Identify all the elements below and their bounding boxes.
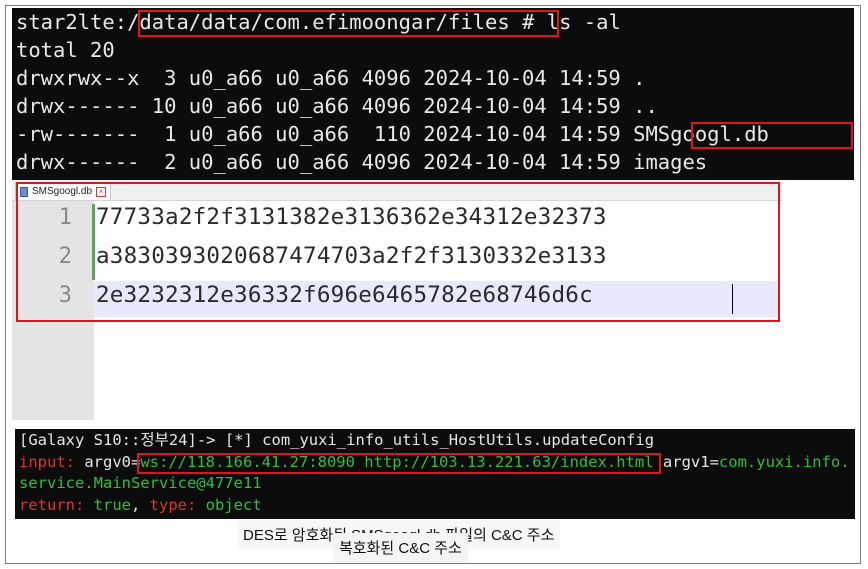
return-label: return: (19, 496, 85, 514)
input-label: input: (19, 453, 75, 471)
comma: , (131, 496, 141, 514)
argv0-key: argv0= (75, 453, 141, 471)
highlight-cnc-box (137, 453, 661, 474)
terminal-line-service: service.MainService@477e11 (19, 474, 262, 492)
terminal-line-db-file: -rw------- 1 u0_a66 u0_a66 110 2024-10-0… (16, 121, 769, 147)
text-editor: SMSgoogl.db × 1 2 3 77733a2f2f3131382e31… (12, 180, 782, 549)
terminal-line-dir-parent: drwx------ 10 u0_a66 u0_a66 4096 2024-10… (16, 94, 658, 118)
terminal-line-hook: [Galaxy S10::정부24]-> [*] com_yuxi_info_u… (19, 431, 655, 449)
highlight-path-box (138, 10, 559, 37)
caption-decrypted: 복호화된 C&C 주소 (333, 533, 468, 562)
return-value: true (84, 496, 131, 514)
argv1-value: com.yuxi.info. (718, 453, 850, 471)
type-label: type: (140, 496, 197, 514)
highlight-filename-box (691, 122, 853, 149)
argv1-key: argv1= (653, 453, 719, 471)
terminal-line-images: drwx------ 2 u0_a66 u0_a66 4096 2024-10-… (16, 150, 708, 174)
terminal-ls-output: star2lte:/data/data/com.efimoongar/files… (12, 8, 854, 180)
terminal-line-dir-current: drwxrwx--x 3 u0_a66 u0_a66 4096 2024-10-… (16, 66, 646, 90)
terminal-line-total: total 20 (16, 38, 115, 62)
highlight-editor-box (16, 182, 780, 322)
terminal-frida-output: [Galaxy S10::정부24]-> [*] com_yuxi_info_u… (15, 429, 855, 519)
type-value: object (196, 496, 262, 514)
file-info: -rw------- 1 u0_a66 u0_a66 110 2024-10-0… (16, 122, 634, 146)
terminal-line-return: return: true, type: object (19, 495, 262, 516)
prompt: star2lte: (16, 10, 128, 34)
